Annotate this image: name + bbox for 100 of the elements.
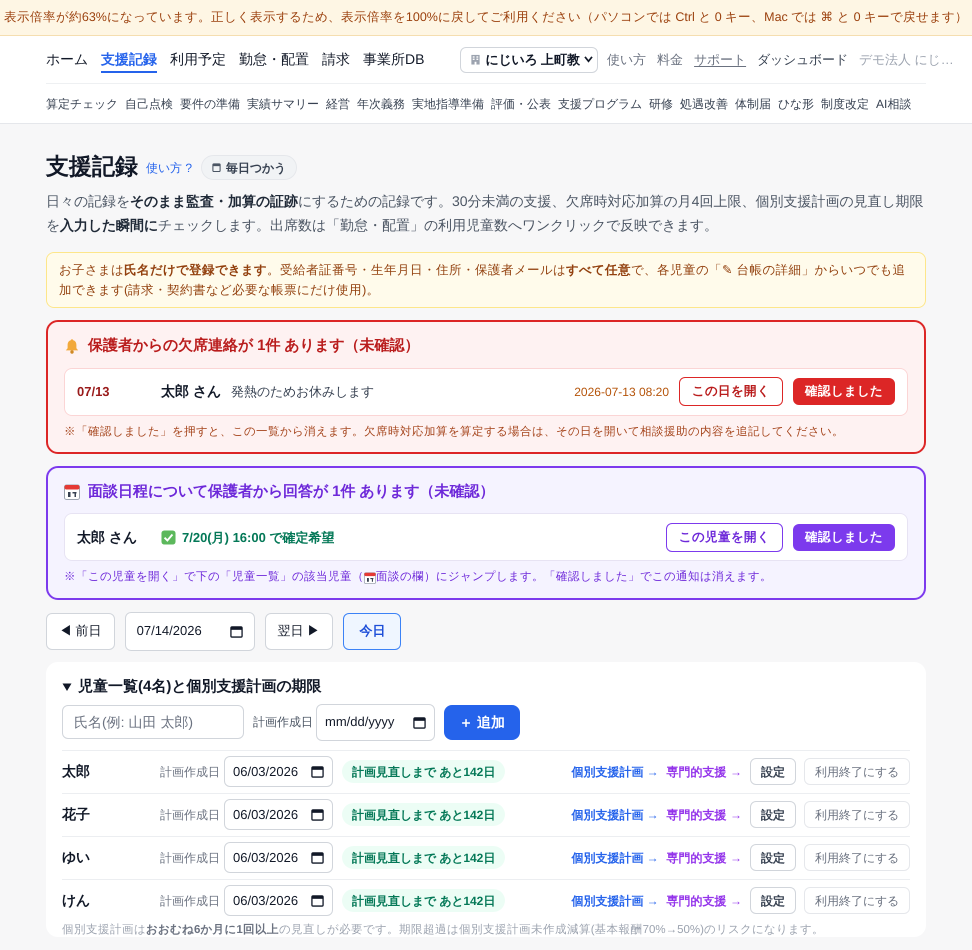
calendar-icon bbox=[64, 484, 80, 500]
alert-note: ※「確認しました」を押すと、この一覧から消えます。欠席時対応加算を算定する場合は、その日を開いて相談援助の内容を追記してください。 bbox=[64, 424, 845, 440]
open-child-button[interactable]: この児童を開く bbox=[666, 522, 783, 552]
today-button[interactable]: 今日 bbox=[343, 612, 402, 650]
settings-button[interactable]: 設定 bbox=[750, 758, 796, 785]
support-plan-link[interactable]: 個別支援計画 → bbox=[571, 848, 659, 866]
confirm-button[interactable]: 確認しました bbox=[793, 378, 895, 405]
specialized-support-link[interactable]: 専門的支援 → bbox=[666, 848, 742, 866]
nav-tab[interactable]: ホーム bbox=[46, 46, 88, 73]
plan-footnote: 個別支援計画はおおむね6か月に1回以上の見直しが必要です。期限超過は個別支援計画未作成減算(基本報酬70%→50%)のリスクになります。 bbox=[62, 922, 825, 936]
settings-button[interactable]: 設定 bbox=[750, 887, 796, 914]
field-label: 計画作成日 bbox=[160, 892, 220, 910]
sub-nav-link[interactable]: 算定チェック bbox=[46, 94, 118, 112]
open-day-button[interactable]: この日を開く bbox=[679, 377, 783, 406]
date-field[interactable]: 07/14/2026 bbox=[124, 612, 255, 650]
date-field[interactable]: mm/dd/yyyy bbox=[316, 704, 435, 740]
calendar-icon[interactable] bbox=[413, 716, 426, 728]
calendar-icon bbox=[212, 163, 222, 172]
page-title: 支援記録 bbox=[46, 152, 138, 181]
info-notice: お子さまは氏名だけで登録できます。受給者証番号・生年月日・住所・保護者メールはすべて任意で、各児童の「✎ 台帳の詳細」からいつでも追加できます(請求・契約書など必要な帳票にだけ使用)。 bbox=[46, 252, 926, 308]
alert-title: 面談日程について保護者から回答が 1件 あります（未確認） bbox=[88, 482, 495, 502]
field-label: 計画作成日 bbox=[253, 714, 313, 731]
support-plan-link[interactable]: 個別支援計画 → bbox=[571, 806, 659, 824]
field-label: 計画作成日 bbox=[160, 806, 220, 824]
date-field[interactable]: 06/03/2026 bbox=[224, 756, 333, 787]
nav-tab[interactable]: 勤怠・配置 bbox=[239, 46, 309, 73]
calendar-icon[interactable] bbox=[311, 808, 324, 821]
bell-icon bbox=[64, 338, 80, 354]
calendar-icon bbox=[364, 572, 376, 584]
child-name: けん bbox=[62, 891, 91, 910]
date-field[interactable]: 06/03/2026 bbox=[224, 799, 333, 830]
absence-message: 発熱のためお休みします bbox=[230, 382, 374, 401]
sub-nav-link[interactable]: 処遇改善 bbox=[680, 94, 728, 112]
settings-button[interactable]: 設定 bbox=[750, 844, 796, 871]
sub-nav-link[interactable]: 経営 bbox=[326, 94, 350, 112]
header-link[interactable]: サポート bbox=[694, 50, 746, 70]
sub-nav-link[interactable]: ひな形 bbox=[778, 94, 814, 112]
alert-note: 面談の欄）にジャンプします。「確認しました」でこの通知は消えます。 bbox=[376, 569, 772, 586]
sub-nav-link[interactable]: 体制届 bbox=[735, 94, 771, 112]
sub-nav-link[interactable]: 年次義務 bbox=[357, 94, 405, 112]
name-field[interactable]: 氏名(例: 山田 太郎) bbox=[62, 705, 244, 739]
child-name: 太郎 bbox=[62, 762, 91, 781]
date-field[interactable]: 06/03/2026 bbox=[224, 842, 333, 873]
support-plan-link[interactable]: 個別支援計画 → bbox=[571, 892, 659, 910]
support-plan-link[interactable]: 個別支援計画 → bbox=[571, 762, 659, 780]
calendar-icon[interactable] bbox=[311, 894, 324, 907]
sub-nav-link[interactable]: 実地指導準備 bbox=[412, 94, 484, 112]
sub-nav-link[interactable]: 評価・公表 bbox=[491, 94, 551, 112]
panel-title[interactable]: 児童一覧(4名)と個別支援計画の期限 bbox=[78, 676, 322, 696]
end-service-button[interactable]: 利用終了にする bbox=[804, 758, 910, 785]
field-label: 計画作成日 bbox=[160, 764, 220, 780]
field-label: 計画作成日 bbox=[160, 850, 220, 866]
nav-tab[interactable]: 事業所DB bbox=[363, 46, 424, 73]
specialized-support-link[interactable]: 専門的支援 → bbox=[666, 892, 742, 910]
reply-status: 7/20(月) 16:00 で確定希望 bbox=[182, 528, 334, 547]
date-field[interactable]: 06/03/2026 bbox=[224, 885, 333, 916]
building-icon bbox=[470, 54, 482, 65]
page-description: 日々の記録をそのまま監査・加算の証跡にするための記録です。30分未満の支援、欠席時対応加算の月4回上限、個別支援計画の見直し期限を入力した瞬間にチェックします。出席数は「勤怠・配置」の利用児童数へワンクリックで反映できます。 bbox=[46, 192, 924, 235]
sub-nav-link[interactable]: 要件の準備 bbox=[180, 94, 240, 112]
specialized-support-link[interactable]: 専門的支援 → bbox=[666, 762, 742, 780]
alert-title: 保護者からの欠席連絡が 1件 あります（未確認） bbox=[88, 336, 420, 356]
absence-date: 07/13 bbox=[77, 382, 111, 401]
received-time: 2026-07-13 08:20 bbox=[574, 384, 669, 400]
child-name: ゆい bbox=[62, 848, 91, 867]
nav-tab[interactable]: 請求 bbox=[322, 46, 350, 73]
help-link[interactable]: 使い方 ? bbox=[146, 159, 192, 177]
sub-nav-link[interactable]: 自己点検 bbox=[125, 94, 173, 112]
child-name: 花子 bbox=[62, 805, 91, 824]
header-link[interactable]: 料金 bbox=[657, 50, 684, 70]
alert-note: ※「この児童を開く」で下の「児童一覧」の該当児童（ bbox=[64, 569, 364, 586]
specialized-support-link[interactable]: 専門的支援 → bbox=[666, 806, 742, 824]
next-day-button[interactable]: 翌日 ▶ bbox=[264, 612, 334, 650]
calendar-icon[interactable] bbox=[311, 851, 324, 864]
settings-button[interactable]: 設定 bbox=[750, 801, 796, 828]
deadline-badge: 計画見直しまで あと142日 bbox=[342, 889, 506, 912]
calendar-icon[interactable] bbox=[230, 624, 243, 638]
sub-nav-link[interactable]: 制度改定 bbox=[821, 94, 869, 112]
confirm-button[interactable]: 確認しました bbox=[793, 524, 895, 551]
badge-label: 毎日つかう bbox=[226, 160, 286, 176]
facility-select[interactable]: にじいろ 上町教 bbox=[460, 46, 598, 72]
end-service-button[interactable]: 利用終了にする bbox=[804, 844, 910, 871]
nav-tab[interactable]: 利用予定 bbox=[170, 46, 226, 73]
deadline-badge: 計画見直しまで あと142日 bbox=[342, 803, 506, 826]
sub-nav-link[interactable]: 研修 bbox=[649, 94, 673, 112]
deadline-badge: 計画見直しまで あと142日 bbox=[342, 760, 506, 783]
add-button[interactable]: ＋ 追加 bbox=[444, 704, 520, 740]
calendar-icon[interactable] bbox=[311, 765, 324, 778]
previous-day-button[interactable]: ◀ 前日 bbox=[46, 612, 115, 650]
header-link[interactable]: 使い方 bbox=[607, 50, 646, 70]
end-service-button[interactable]: 利用終了にする bbox=[804, 801, 910, 828]
sub-nav-link[interactable]: 支援プログラム bbox=[558, 94, 642, 112]
sub-nav-link[interactable]: 実績サマリー bbox=[247, 94, 319, 112]
check-icon bbox=[161, 530, 176, 545]
nav-tab[interactable]: 支援記録 bbox=[101, 46, 157, 73]
end-service-button[interactable]: 利用終了にする bbox=[804, 887, 910, 914]
header-link[interactable]: ダッシュボード bbox=[757, 50, 848, 70]
child-name: 太郎 さん bbox=[161, 382, 221, 401]
sub-nav-link[interactable]: AI相談 bbox=[876, 94, 912, 112]
caret-icon bbox=[584, 56, 594, 63]
caret-down-icon[interactable] bbox=[62, 682, 72, 692]
